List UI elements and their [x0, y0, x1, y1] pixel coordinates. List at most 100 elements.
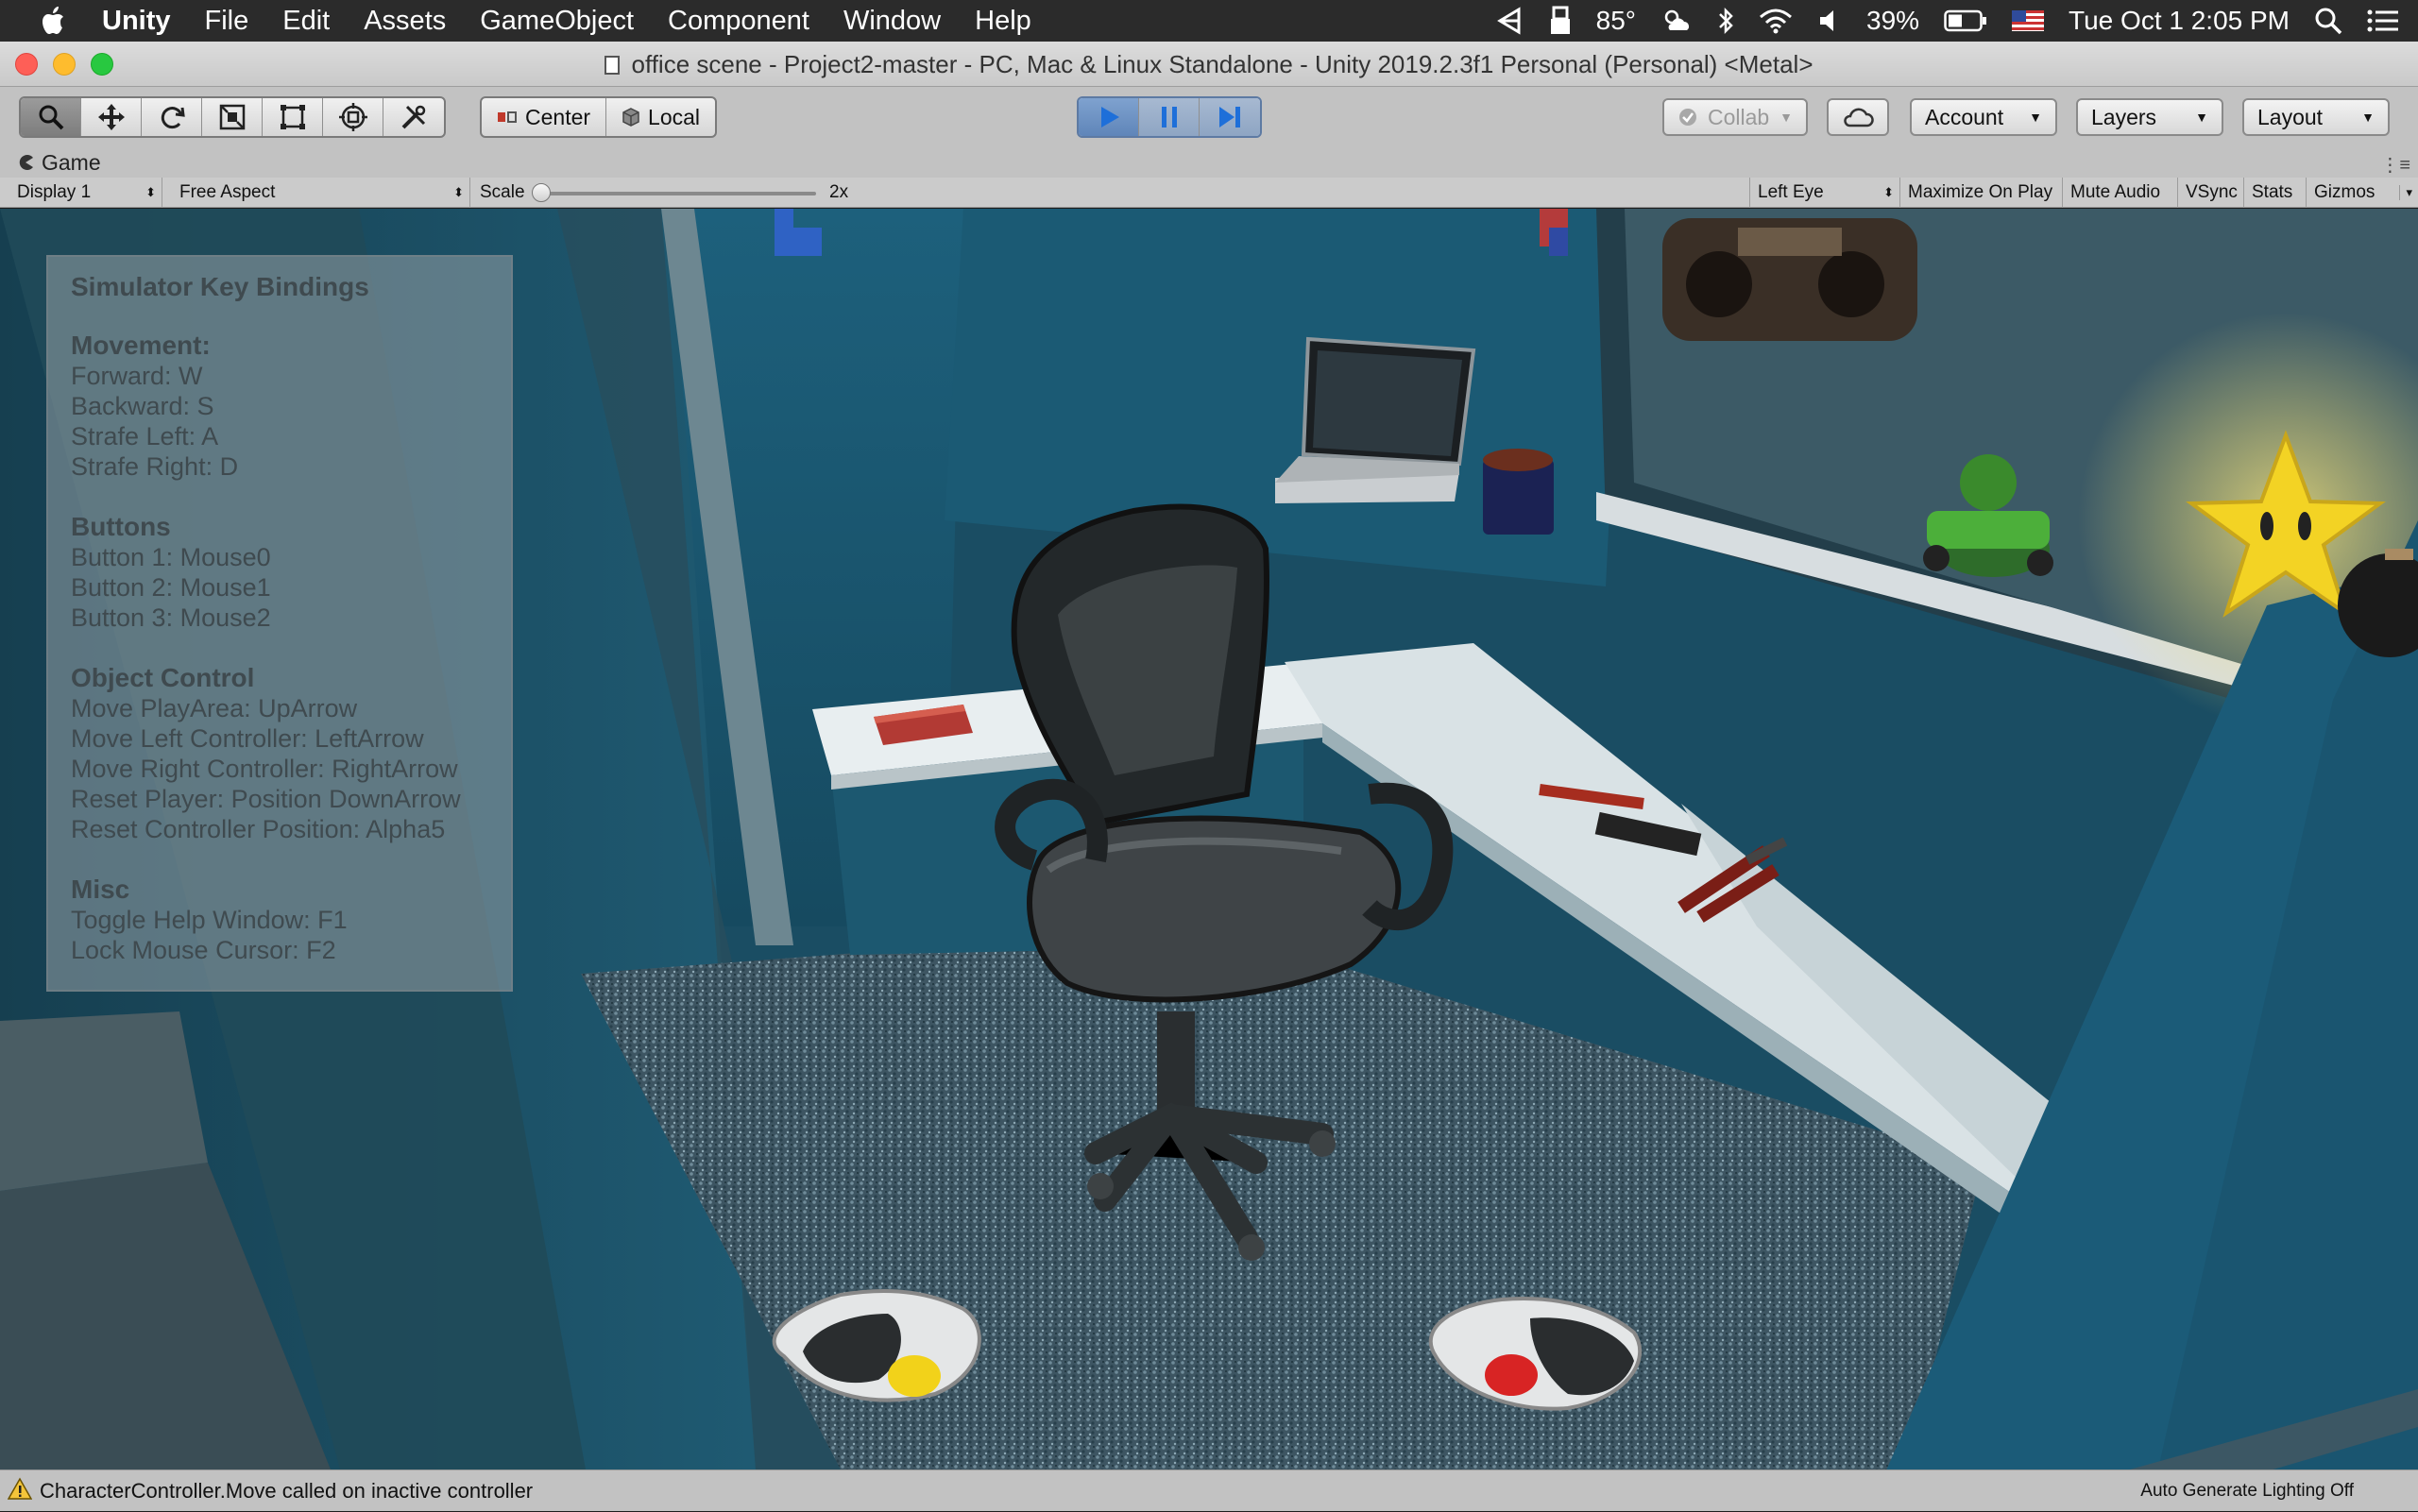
help-line: Move Left Controller: LeftArrow: [71, 724, 424, 753]
temperature-label[interactable]: 85°: [1596, 6, 1636, 36]
pivot-local-label: Local: [648, 104, 701, 129]
pivot-center-label: Center: [525, 104, 591, 129]
step-button[interactable]: [1200, 98, 1260, 136]
pause-icon: [1161, 107, 1177, 127]
macos-menu-bar: Unity File Edit Assets GameObject Compon…: [0, 0, 2418, 42]
display-selector[interactable]: Display 1 ⬍: [0, 178, 162, 208]
account-dropdown[interactable]: Account ▼: [1910, 98, 2057, 136]
menu-help[interactable]: Help: [958, 6, 1048, 37]
console-status-bar[interactable]: CharacterController.Move called on inact…: [0, 1470, 2418, 1511]
help-heading-buttons: Buttons: [71, 512, 171, 541]
game-view-controls: Display 1 ⬍ Free Aspect ⬍ Scale 2x Left …: [0, 178, 2418, 208]
chevron-down-icon: ▼: [2029, 110, 2042, 125]
help-title: Simulator Key Bindings: [71, 272, 369, 301]
vsync-label: VSync: [2186, 182, 2238, 202]
collab-dropdown[interactable]: Collab ▼: [1662, 98, 1808, 136]
scale-slider-knob[interactable]: [532, 183, 551, 202]
move-icon: [97, 104, 125, 130]
document-icon: [604, 56, 621, 75]
layout-label: Layout: [2257, 104, 2324, 129]
playmode-controls: [1077, 96, 1262, 138]
help-heading-misc: Misc: [71, 875, 130, 904]
help-line: Button 2: Mouse1: [71, 573, 271, 602]
updown-arrows-icon: ⬍: [145, 185, 156, 199]
menu-window[interactable]: Window: [826, 6, 958, 37]
help-line: Strafe Right: D: [71, 452, 239, 481]
game-tab[interactable]: Game: [17, 147, 101, 178]
custom-tool-button[interactable]: [383, 98, 444, 136]
help-line: Button 1: Mouse0: [71, 543, 271, 571]
clock-label[interactable]: Tue Oct 1 2:05 PM: [2069, 6, 2290, 36]
chevron-down-icon: ▼: [1779, 110, 1793, 125]
app-name-menu[interactable]: Unity: [85, 6, 188, 37]
help-line: Button 3: Mouse2: [71, 603, 271, 632]
play-icon: [1100, 107, 1119, 127]
cloud-services-button[interactable]: [1827, 98, 1889, 136]
pivot-center-button[interactable]: Center: [482, 98, 607, 136]
hand-tool-button[interactable]: [21, 98, 81, 136]
notification-center-icon[interactable]: [2367, 8, 2399, 33]
menu-component[interactable]: Component: [651, 6, 826, 37]
pause-button[interactable]: [1139, 98, 1200, 136]
menu-gameobject[interactable]: GameObject: [463, 6, 651, 37]
stats-toggle[interactable]: Stats: [2244, 178, 2307, 208]
aspect-label: Free Aspect: [179, 182, 276, 202]
scale-tool-button[interactable]: [202, 98, 263, 136]
updown-arrows-icon: ⬍: [453, 185, 464, 199]
menu-assets[interactable]: Assets: [347, 6, 463, 37]
layers-dropdown[interactable]: Layers ▼: [2076, 98, 2223, 136]
bluetooth-icon[interactable]: [1717, 7, 1734, 35]
step-icon: [1219, 107, 1240, 127]
help-line: Reset Player: Position DownArrow: [71, 785, 461, 813]
chevron-down-icon: ▾: [2399, 185, 2412, 200]
mute-audio-toggle[interactable]: Mute Audio: [2063, 178, 2178, 208]
rotate-tool-button[interactable]: [142, 98, 202, 136]
gizmos-toggle[interactable]: Gizmos ▾: [2307, 178, 2418, 208]
rotate-icon: [161, 107, 185, 129]
play-button[interactable]: [1079, 98, 1139, 136]
local-space-icon: [622, 108, 639, 127]
input-source-flag-icon[interactable]: [2012, 10, 2045, 31]
layers-label: Layers: [2091, 104, 2157, 129]
apple-menu-icon[interactable]: [34, 0, 72, 42]
help-line: Forward: W: [71, 362, 203, 390]
status-message[interactable]: CharacterController.Move called on inact…: [40, 1479, 533, 1504]
game-viewport[interactable]: Simulator Key Bindings Movement: Forward…: [0, 209, 2418, 1470]
game-tab-bar: Game ⋮≡: [0, 147, 2418, 178]
chevron-down-icon: ▼: [2361, 110, 2375, 125]
scale-label: Scale: [480, 182, 525, 202]
simulator-help-panel: Simulator Key Bindings Movement: Forward…: [46, 255, 513, 992]
weather-icon[interactable]: [1660, 8, 1693, 34]
spotlight-search-icon[interactable]: [2314, 7, 2342, 35]
help-line: Reset Controller Position: Alpha5: [71, 815, 446, 843]
move-tool-button[interactable]: [81, 98, 142, 136]
combined-transform-icon: [338, 103, 367, 131]
volume-icon[interactable]: [1817, 8, 1842, 34]
scale-slider-track[interactable]: [540, 192, 816, 195]
eye-label: Left Eye: [1758, 182, 1824, 202]
transform-tool-button[interactable]: [323, 98, 383, 136]
battery-percent-label[interactable]: 39%: [1866, 6, 1919, 36]
layout-dropdown[interactable]: Layout ▼: [2242, 98, 2390, 136]
rect-tool-button[interactable]: [263, 98, 323, 136]
unity-cloud-icon[interactable]: [1496, 7, 1524, 35]
help-line: Strafe Left: A: [71, 422, 219, 450]
menu-edit[interactable]: Edit: [265, 6, 347, 37]
wifi-icon[interactable]: [1759, 8, 1793, 34]
help-line: Toggle Help Window: F1: [71, 906, 348, 934]
tab-options-menu-icon[interactable]: ⋮≡: [2380, 153, 2410, 177]
usb-drive-icon[interactable]: [1549, 6, 1572, 36]
warning-icon: [7, 1476, 33, 1505]
pivot-local-button[interactable]: Local: [606, 98, 715, 136]
pivot-toggles: Center Local: [480, 96, 718, 138]
battery-icon[interactable]: [1944, 9, 1987, 32]
game-tab-label: Game: [42, 150, 101, 175]
aspect-selector[interactable]: Free Aspect ⬍: [170, 178, 470, 208]
transform-tools: [19, 96, 446, 138]
menu-file[interactable]: File: [188, 6, 266, 37]
vsync-toggle[interactable]: VSync: [2178, 178, 2244, 208]
chevron-down-icon: ▼: [2195, 110, 2208, 125]
eye-selector[interactable]: Left Eye ⬍: [1749, 178, 1900, 208]
maximize-on-play-toggle[interactable]: Maximize On Play: [1900, 178, 2063, 208]
cloud-icon: [1844, 108, 1874, 127]
